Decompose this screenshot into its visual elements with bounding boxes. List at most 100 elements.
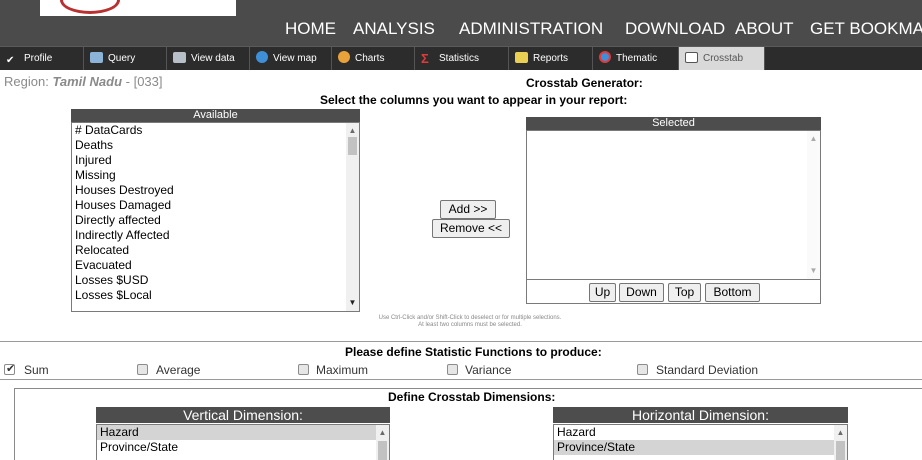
average-checkbox[interactable] [137, 364, 148, 375]
list-item[interactable]: Houses Damaged [72, 198, 347, 213]
scroll-down-arrow-icon[interactable]: ▼ [807, 266, 820, 276]
variance-checkbox[interactable] [447, 364, 458, 375]
tab-label: Query [108, 53, 136, 64]
tab-view-data[interactable]: View data [167, 47, 250, 70]
sum-option[interactable]: Sum [4, 362, 84, 377]
list-item[interactable]: Deaths [72, 138, 347, 153]
globe-icon [256, 51, 268, 63]
list-item[interactable]: Directly affected [72, 213, 347, 228]
nav-about[interactable]: ABOUT [735, 18, 794, 40]
nav-analysis[interactable]: ANALYSIS [353, 18, 435, 40]
scroll-up-arrow-icon[interactable]: ▲ [376, 428, 389, 438]
list-item[interactable]: Houses Destroyed [72, 183, 347, 198]
available-items: # DataCards Deaths Injured Missing House… [72, 123, 347, 303]
functions-heading: Please define Statistic Functions to pro… [345, 345, 602, 359]
thematic-globe-icon [599, 51, 611, 63]
selection-hint: Use Ctrl-Click and/or Shift-Click to des… [378, 315, 562, 321]
crosstab-grid-icon [685, 52, 698, 63]
list-item[interactable]: Evacuated [72, 258, 347, 273]
scroll-thumb[interactable] [378, 441, 387, 460]
selected-listbox[interactable]: ▲ ▼ [526, 130, 821, 280]
move-down-button[interactable]: Down [619, 283, 664, 302]
tab-label: Charts [355, 53, 385, 64]
maximum-checkbox[interactable] [298, 364, 309, 375]
horizontal-dimension-scrollbar[interactable]: ▲ [834, 425, 847, 460]
list-item[interactable]: Hazard [97, 425, 376, 440]
scroll-up-arrow-icon[interactable]: ▲ [346, 126, 359, 136]
list-item[interactable]: Indirectly Affected [72, 228, 347, 243]
sum-checkbox[interactable] [4, 362, 15, 375]
tab-crosstab[interactable]: Crosstab [679, 47, 765, 70]
move-up-button[interactable]: Up [589, 283, 616, 302]
available-listbox[interactable]: # DataCards Deaths Injured Missing House… [71, 122, 360, 312]
tab-label: View data [191, 53, 235, 64]
scroll-down-arrow-icon[interactable]: ▼ [346, 298, 359, 308]
available-scrollbar[interactable]: ▲ ▼ [346, 123, 359, 311]
list-item[interactable]: Province/State [97, 440, 376, 455]
std-dev-option[interactable]: Standard Deviation [637, 363, 807, 377]
vertical-dimension-scrollbar[interactable]: ▲ [376, 425, 389, 460]
selected-scrollbar[interactable]: ▲ ▼ [807, 131, 820, 279]
region-label: Region: [4, 74, 49, 89]
horizontal-dimension-listbox[interactable]: Hazard Province/State ▲ [553, 424, 848, 460]
available-header: Available [71, 109, 360, 123]
average-option[interactable]: Average [137, 363, 257, 377]
satellite-dish-icon [90, 52, 103, 63]
selection-requirement: At least two columns must be selected. [418, 322, 522, 328]
tab-reports[interactable]: Reports [509, 47, 593, 70]
list-item[interactable]: # DataCards [72, 123, 347, 138]
divider [0, 379, 922, 380]
tab-thematic[interactable]: Thematic [593, 47, 679, 70]
list-item[interactable]: Province/State [554, 440, 834, 455]
std-dev-label: Standard Deviation [656, 363, 759, 377]
tab-label: Crosstab [703, 53, 744, 64]
tab-label: View map [273, 53, 317, 64]
list-item[interactable]: Missing [72, 168, 347, 183]
variance-option[interactable]: Variance [447, 363, 567, 377]
pie-chart-icon [338, 51, 350, 63]
tab-label: Reports [533, 53, 569, 64]
nav-get-bookmark[interactable]: GET BOOKMARK [810, 18, 922, 40]
region-line: Region: Tamil Nadu - [033] [4, 74, 163, 89]
module-tab-bar: ✔ Profile Query View data View map Charts… [0, 46, 922, 70]
scroll-up-arrow-icon[interactable]: ▲ [807, 134, 820, 144]
horizontal-dimension-header: Horizontal Dimension: [553, 407, 848, 423]
maximum-option[interactable]: Maximum [298, 363, 418, 377]
region-separator: - [122, 74, 134, 89]
scroll-up-arrow-icon[interactable]: ▲ [834, 428, 847, 438]
list-item[interactable]: Losses $Local [72, 288, 347, 303]
std-dev-checkbox[interactable] [637, 364, 648, 375]
tab-profile[interactable]: ✔ Profile [0, 47, 84, 70]
checkmark-icon: ✔ [6, 55, 15, 66]
maximum-label: Maximum [316, 363, 369, 377]
reports-icon [515, 52, 528, 63]
tab-view-map[interactable]: View map [250, 47, 332, 70]
nav-download[interactable]: DOWNLOAD [625, 18, 725, 40]
region-code: [033] [133, 74, 163, 89]
tab-label: Profile [24, 53, 53, 64]
table-icon [173, 52, 186, 63]
scroll-thumb[interactable] [348, 137, 357, 155]
move-top-button[interactable]: Top [668, 283, 701, 302]
dimensions-heading: Define Crosstab Dimensions: [388, 390, 556, 404]
tab-charts[interactable]: Charts [332, 47, 415, 70]
tab-statistics[interactable]: Σ Statistics [415, 47, 509, 70]
move-bottom-button[interactable]: Bottom [705, 283, 760, 302]
average-label: Average [156, 363, 201, 377]
selected-header: Selected [526, 117, 821, 131]
list-item[interactable]: Hazard [554, 425, 834, 440]
tab-query[interactable]: Query [84, 47, 167, 70]
list-item[interactable]: Injured [72, 153, 347, 168]
add-button[interactable]: Add >> [440, 200, 496, 219]
nav-home[interactable]: HOME [285, 18, 336, 40]
scroll-thumb[interactable] [836, 441, 845, 460]
list-item[interactable]: Losses $USD [72, 273, 347, 288]
nav-administration[interactable]: ADMINISTRATION [459, 18, 603, 40]
remove-button[interactable]: Remove << [432, 219, 510, 238]
tab-label: Statistics [439, 53, 480, 64]
tab-label: Thematic [616, 53, 658, 64]
instruction-text: Select the columns you want to appear in… [320, 93, 628, 107]
list-item[interactable]: Relocated [72, 243, 347, 258]
sigma-icon: Σ [421, 51, 429, 66]
vertical-dimension-listbox[interactable]: Hazard Province/State ▲ [96, 424, 390, 460]
